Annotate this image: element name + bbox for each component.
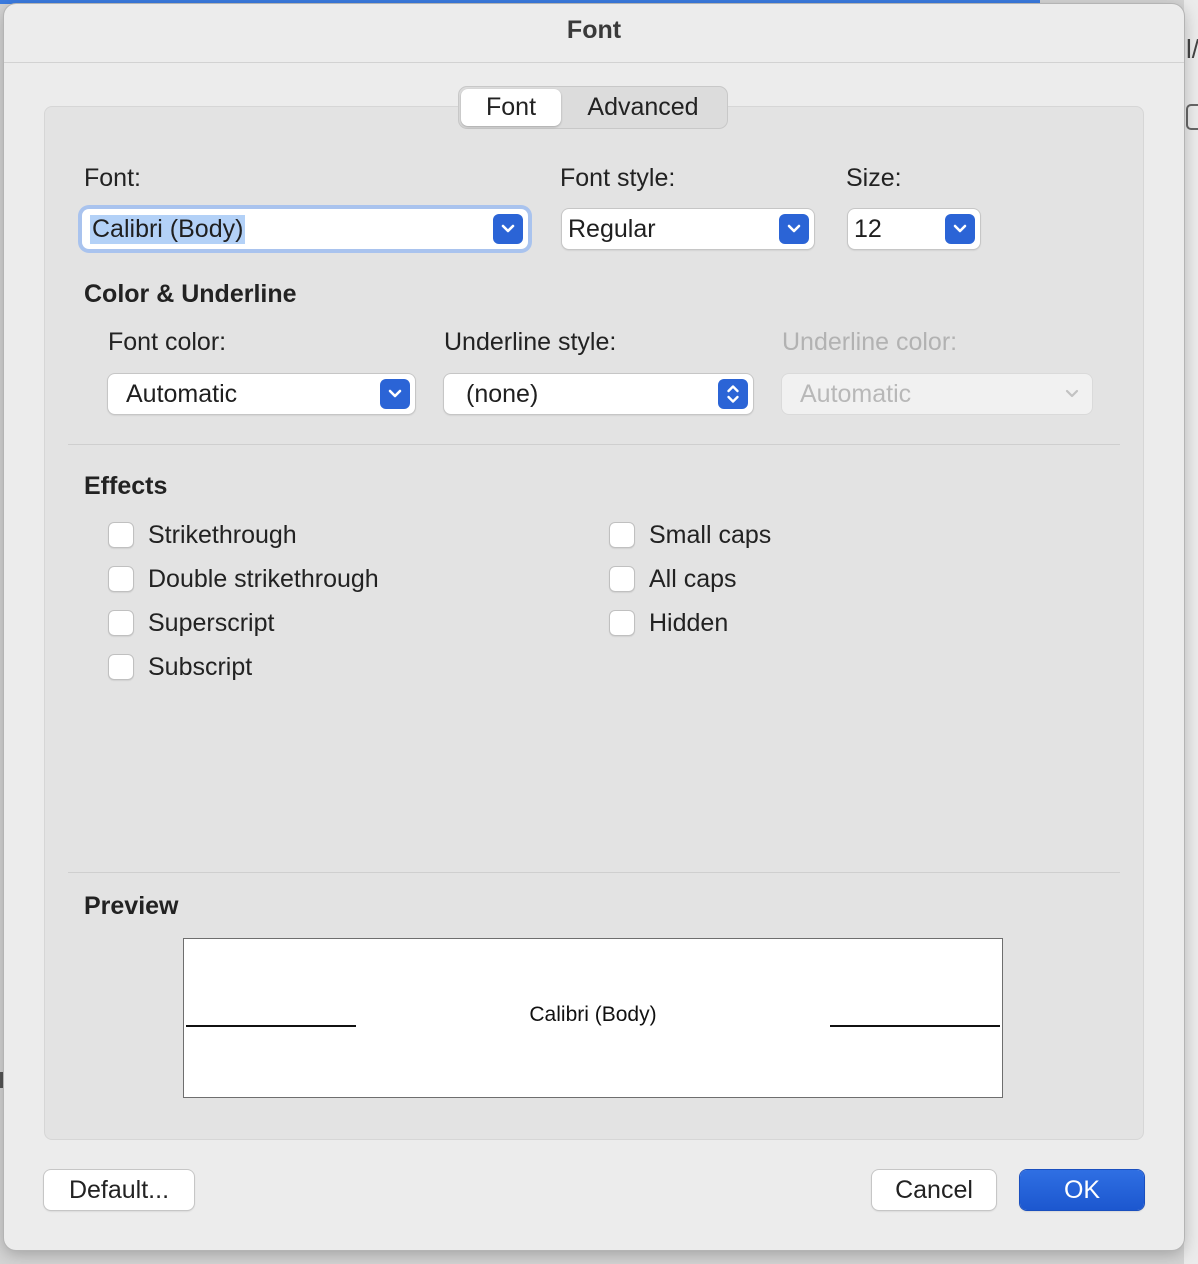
underline-color-popup: Automatic: [782, 374, 1092, 414]
font-style-label: Font style:: [560, 164, 676, 192]
title-divider: [4, 62, 1184, 63]
font-size-value[interactable]: 12: [854, 215, 945, 244]
superscript-checkbox[interactable]: Superscript: [108, 608, 274, 638]
effects-heading: Effects: [84, 472, 168, 500]
subscript-checkbox[interactable]: Subscript: [108, 652, 252, 682]
font-style-value[interactable]: Regular: [568, 215, 779, 244]
font-dialog: Font Font Advanced Font: Font style: Siz…: [4, 4, 1184, 1250]
checkbox-box[interactable]: [609, 610, 635, 636]
section-divider: [68, 444, 1120, 445]
chevron-down-icon: [1057, 379, 1087, 409]
font-name-value[interactable]: Calibri (Body): [90, 214, 246, 244]
checkbox-box[interactable]: [108, 610, 134, 636]
color-underline-heading: Color & Underline: [84, 280, 297, 308]
cancel-button[interactable]: Cancel: [872, 1170, 996, 1210]
checkbox-label[interactable]: Small caps: [649, 521, 771, 550]
tab-advanced[interactable]: Advanced: [561, 89, 725, 126]
dialog-title: Font: [566, 16, 622, 44]
preview-box: Calibri (Body): [183, 938, 1003, 1098]
small-caps-checkbox[interactable]: Small caps: [609, 520, 771, 550]
checkbox-box[interactable]: [108, 522, 134, 548]
preview-sample-text: Calibri (Body): [529, 1003, 657, 1026]
checkbox-label[interactable]: Subscript: [148, 653, 252, 682]
checkbox-label[interactable]: All caps: [649, 565, 737, 594]
size-label: Size:: [846, 164, 902, 192]
checkbox-box[interactable]: [609, 522, 635, 548]
all-caps-checkbox[interactable]: All caps: [609, 564, 737, 594]
checkbox-label[interactable]: Double strikethrough: [148, 565, 379, 594]
checkbox-label[interactable]: Hidden: [649, 609, 728, 638]
font-name-combobox[interactable]: Calibri (Body): [82, 209, 528, 249]
underline-style-value[interactable]: (none): [466, 380, 718, 409]
font-color-popup[interactable]: Automatic: [108, 374, 415, 414]
preview-heading: Preview: [84, 892, 179, 920]
underline-style-popup[interactable]: (none): [444, 374, 753, 414]
checkbox-box[interactable]: [108, 654, 134, 680]
background-glyph: l/: [1186, 34, 1198, 64]
chevron-down-icon[interactable]: [380, 379, 410, 409]
double-strikethrough-checkbox[interactable]: Double strikethrough: [108, 564, 379, 594]
chevron-down-icon[interactable]: [493, 214, 523, 244]
chevron-down-icon[interactable]: [945, 214, 975, 244]
underline-style-label: Underline style:: [444, 328, 617, 356]
checkbox-box[interactable]: [108, 566, 134, 592]
font-size-combobox[interactable]: 12: [848, 209, 980, 249]
ok-button[interactable]: OK: [1020, 1170, 1144, 1210]
font-label: Font:: [84, 164, 141, 192]
default-button[interactable]: Default...: [44, 1170, 194, 1210]
underline-color-value: Automatic: [800, 379, 912, 408]
hidden-checkbox[interactable]: Hidden: [609, 608, 728, 638]
font-color-value[interactable]: Automatic: [126, 380, 380, 409]
font-style-combobox[interactable]: Regular: [562, 209, 814, 249]
underline-color-label: Underline color:: [782, 328, 958, 356]
tab-bar: Font Advanced: [458, 86, 728, 129]
up-down-chevron-icon[interactable]: [718, 379, 748, 409]
checkbox-box[interactable]: [609, 566, 635, 592]
tab-font[interactable]: Font: [461, 89, 561, 126]
chevron-down-icon[interactable]: [779, 214, 809, 244]
background-window: l/: [1184, 0, 1198, 1264]
font-color-label: Font color:: [108, 328, 227, 356]
background-control: [1186, 104, 1198, 130]
checkbox-label[interactable]: Superscript: [148, 609, 274, 638]
strikethrough-checkbox[interactable]: Strikethrough: [108, 520, 297, 550]
section-divider: [68, 872, 1120, 873]
checkbox-label[interactable]: Strikethrough: [148, 521, 297, 550]
